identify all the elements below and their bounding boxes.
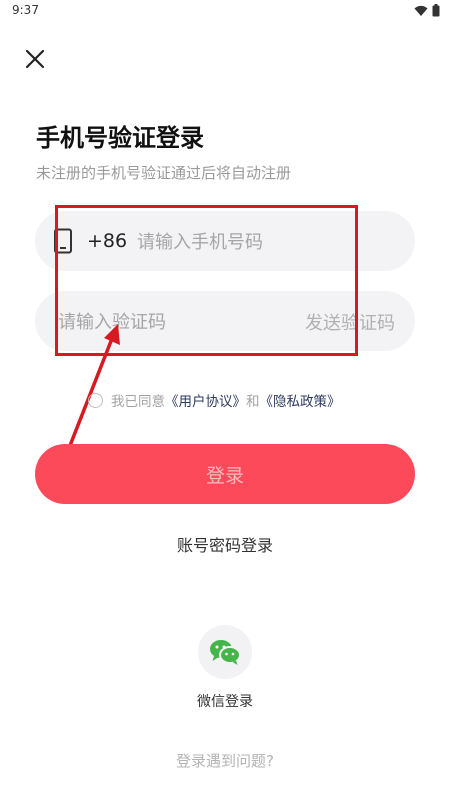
phone-field[interactable]: +86 — [35, 211, 415, 271]
status-icons — [414, 4, 440, 17]
wifi-icon — [414, 5, 428, 16]
close-icon — [25, 49, 45, 69]
login-help-link[interactable]: 登录遇到问题? — [0, 750, 450, 771]
wechat-login-label: 微信登录 — [197, 694, 253, 710]
wechat-login-button[interactable] — [198, 625, 252, 679]
agreement-and: 和 — [246, 394, 260, 410]
close-button[interactable] — [20, 44, 50, 74]
verification-code-input[interactable] — [56, 305, 290, 339]
battery-icon — [432, 4, 440, 17]
agreement-row: 我已同意 《用户协议》 和 《隐私政策》 — [88, 390, 341, 410]
user-agreement-link[interactable]: 《用户协议》 — [165, 390, 246, 410]
verification-code-field[interactable]: 发送验证码 — [35, 291, 415, 351]
privacy-policy-link[interactable]: 《隐私政策》 — [260, 390, 341, 410]
phone-icon — [54, 228, 72, 254]
agreement-prefix: 我已同意 — [111, 394, 165, 410]
agreement-radio[interactable] — [88, 392, 103, 408]
phone-input[interactable] — [135, 225, 399, 259]
login-button-label: 登录 — [205, 464, 244, 487]
page-title: 手机号验证登录 — [36, 124, 204, 152]
password-login-link[interactable]: 账号密码登录 — [0, 532, 450, 556]
login-button[interactable]: 登录 — [35, 444, 415, 504]
status-bar: 9:37 — [0, 0, 450, 22]
page-subtitle: 未注册的手机号验证通过后将自动注册 — [36, 164, 292, 182]
status-time: 9:37 — [12, 3, 39, 17]
wechat-icon — [210, 640, 241, 665]
country-code[interactable]: +86 — [87, 230, 127, 252]
send-code-button[interactable]: 发送验证码 — [305, 309, 395, 335]
